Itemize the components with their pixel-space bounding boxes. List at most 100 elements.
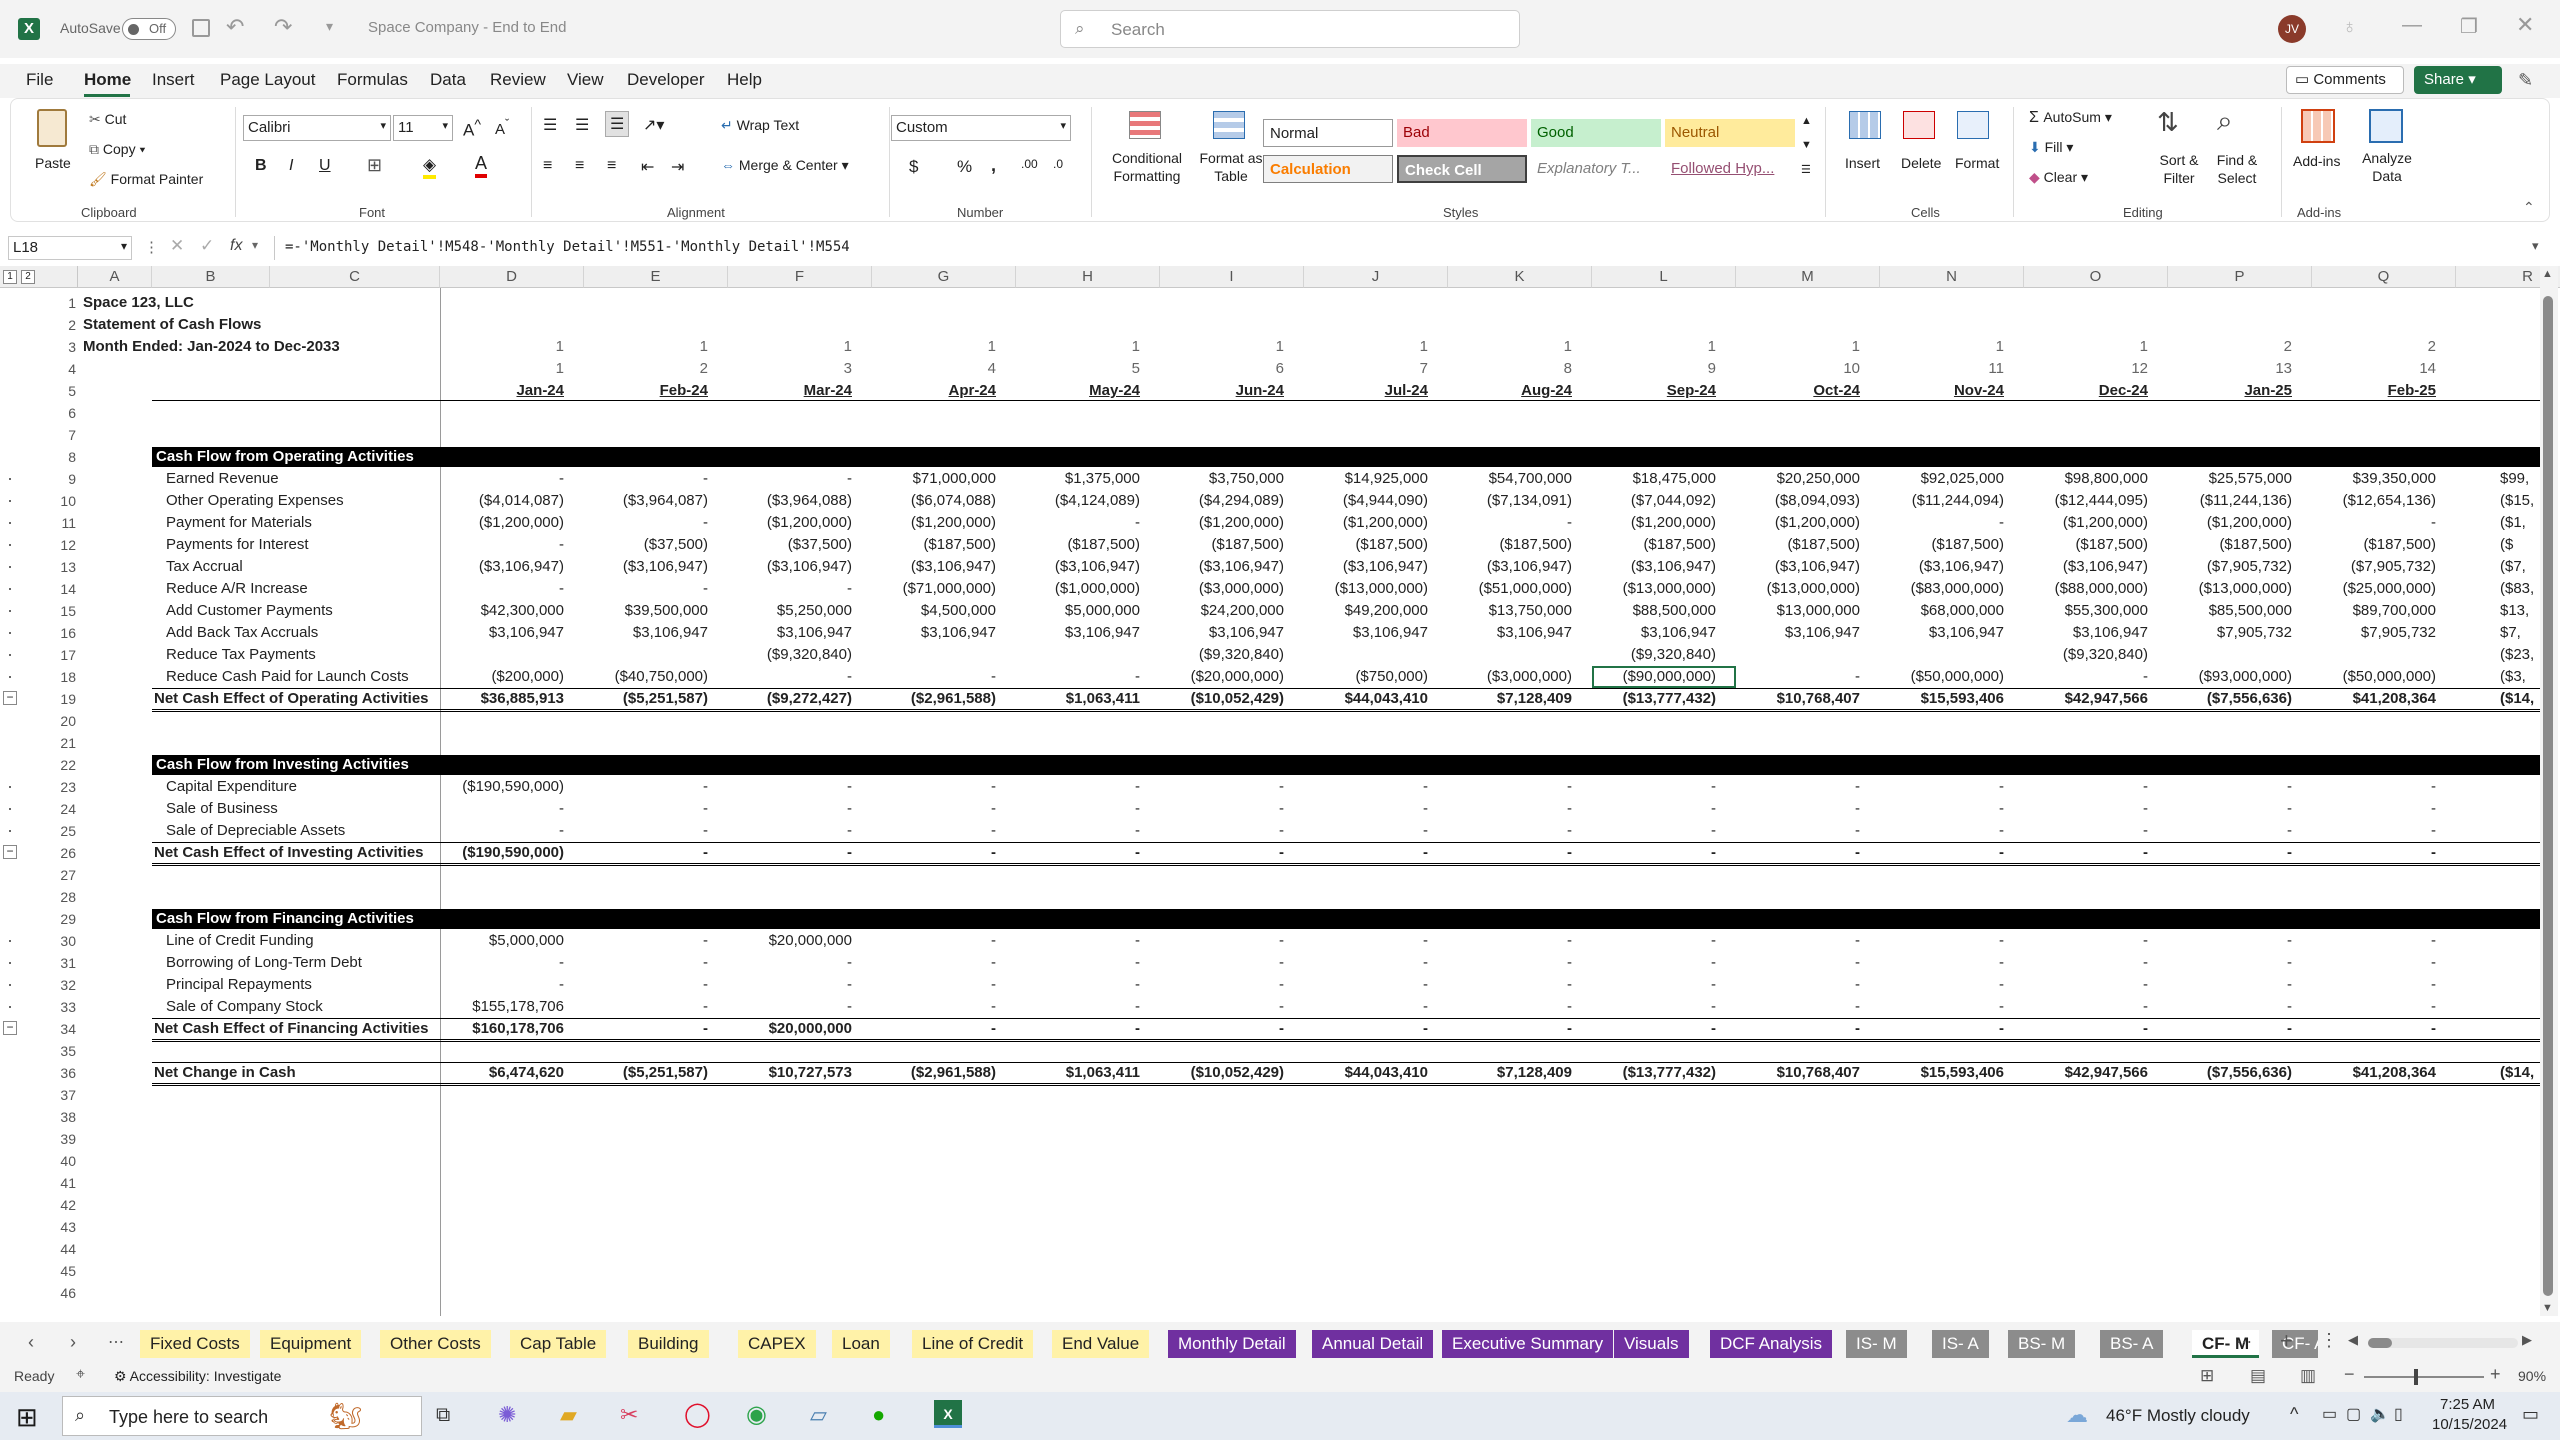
value-cell[interactable]: - — [1160, 996, 1284, 1018]
value-cell[interactable]: - — [584, 930, 708, 952]
value-cell-partial[interactable]: ($23, — [2500, 644, 2540, 666]
value-cell[interactable]: - — [1448, 842, 1572, 864]
style-good[interactable]: Good — [1531, 119, 1661, 147]
fill-button[interactable]: ⬇ Fill ▾ — [2029, 139, 2073, 156]
comments-button[interactable]: ▭ Comments — [2286, 66, 2404, 94]
value-cell[interactable]: - — [440, 534, 564, 556]
value-cell[interactable]: - — [2312, 996, 2436, 1018]
value-cell[interactable]: - — [1736, 776, 1860, 798]
value-cell[interactable]: - — [1304, 820, 1428, 842]
value-cell[interactable]: $15,593,406 — [1880, 1062, 2004, 1084]
value-cell[interactable]: ($7,905,732) — [2312, 556, 2436, 578]
value-cell[interactable]: - — [1880, 842, 2004, 864]
value-cell[interactable]: $7,905,732 — [2168, 622, 2292, 644]
column-header-c[interactable]: C — [270, 266, 440, 288]
value-cell[interactable]: - — [1592, 1018, 1716, 1040]
style-explanatory[interactable]: Explanatory T... — [1531, 155, 1661, 183]
value-cell[interactable]: - — [2312, 798, 2436, 820]
value-cell[interactable]: - — [872, 930, 996, 952]
minimize-icon[interactable]: — — [2402, 14, 2422, 37]
value-cell[interactable] — [2168, 644, 2292, 666]
weather-icon[interactable]: ☁ — [2066, 1402, 2088, 1428]
value-cell[interactable]: $88,500,000 — [1592, 600, 1716, 622]
snipping-tool-icon[interactable]: ✂ — [620, 1402, 638, 1428]
percent-button[interactable]: % — [957, 157, 972, 177]
avatar[interactable]: JV — [2278, 15, 2306, 43]
value-cell[interactable]: - — [1592, 974, 1716, 996]
column-header-p[interactable]: P — [2168, 266, 2312, 288]
value-cell[interactable]: - — [2024, 952, 2148, 974]
tab-data[interactable]: Data — [430, 70, 466, 90]
more-icon[interactable]: ⋮ — [144, 238, 159, 256]
value-cell-partial[interactable]: ($14, — [2500, 1062, 2540, 1084]
value-cell[interactable]: ($3,106,947) — [1880, 556, 2004, 578]
scroll-right-icon[interactable]: › — [70, 1332, 76, 1353]
normal-view-icon[interactable]: ⊞ — [2200, 1366, 2214, 1386]
value-cell[interactable]: $41,208,364 — [2312, 1062, 2436, 1084]
value-cell[interactable]: - — [1880, 974, 2004, 996]
value-cell[interactable]: - — [728, 952, 852, 974]
value-cell[interactable]: $3,106,947 — [1304, 622, 1428, 644]
add-sheet-icon[interactable]: + — [2280, 1328, 2293, 1354]
value-cell[interactable]: - — [1736, 842, 1860, 864]
value-cell[interactable]: ($3,000,000) — [1160, 578, 1284, 600]
row-header-36[interactable]: 36 — [46, 1062, 76, 1084]
value-cell[interactable]: - — [1448, 798, 1572, 820]
value-cell[interactable]: ($50,000,000) — [1880, 666, 2004, 688]
row-header-20[interactable]: 20 — [46, 710, 76, 732]
value-cell[interactable]: ($187,500) — [2168, 534, 2292, 556]
value-cell[interactable]: - — [1880, 1018, 2004, 1040]
value-cell-partial[interactable]: $13, — [2500, 600, 2540, 622]
clock-time[interactable]: 7:25 AM — [2440, 1396, 2495, 1413]
value-cell[interactable]: - — [2312, 512, 2436, 534]
spreadsheet-grid[interactable]: 1 2 A B C D E F G H I J K L M N O P Q R ▲ ▼ 1 Space 123, LLC 2 St… — [0, 266, 2560, 1316]
value-cell[interactable] — [1448, 644, 1572, 666]
value-cell[interactable]: $44,043,410 — [1304, 1062, 1428, 1084]
value-cell[interactable] — [1736, 644, 1860, 666]
value-cell[interactable]: ($7,556,636) — [2168, 1062, 2292, 1084]
value-cell[interactable]: - — [1160, 930, 1284, 952]
zoom-in-icon[interactable]: + — [2490, 1364, 2501, 1385]
value-cell[interactable]: ($88,000,000) — [2024, 578, 2148, 600]
row-header-38[interactable]: 38 — [46, 1106, 76, 1128]
value-cell[interactable]: - — [2024, 776, 2148, 798]
row-header-1[interactable]: 1 — [46, 292, 76, 314]
value-cell[interactable]: $3,106,947 — [1448, 622, 1572, 644]
value-cell[interactable]: ($12,444,095) — [2024, 490, 2148, 512]
value-cell[interactable]: - — [1016, 842, 1140, 864]
paste-button[interactable]: Paste — [35, 155, 71, 171]
value-cell[interactable]: - — [1880, 512, 2004, 534]
value-cell[interactable]: $3,106,947 — [1592, 622, 1716, 644]
value-cell[interactable]: $3,106,947 — [1016, 622, 1140, 644]
column-header-n[interactable]: N — [1880, 266, 2024, 288]
horizontal-scrollbar[interactable] — [2368, 1338, 2518, 1348]
value-cell[interactable]: ($4,944,090) — [1304, 490, 1428, 512]
value-cell[interactable]: - — [584, 820, 708, 842]
page-layout-view-icon[interactable]: ▤ — [2250, 1366, 2266, 1386]
value-cell[interactable]: - — [1016, 798, 1140, 820]
value-cell[interactable]: - — [440, 578, 564, 600]
expand-formula-icon[interactable]: ▾ — [2532, 238, 2539, 254]
value-cell[interactable]: ($3,000,000) — [1448, 666, 1572, 688]
row-header-18[interactable]: 18 — [46, 666, 76, 688]
value-cell[interactable]: - — [1448, 776, 1572, 798]
options-icon[interactable]: ⋮ — [2320, 1330, 2338, 1351]
font-name-select[interactable]: Calibri ▾ — [243, 115, 391, 141]
decrease-indent-icon[interactable]: ⇤ — [641, 157, 654, 177]
value-cell[interactable]: ($200,000) — [440, 666, 564, 688]
value-cell[interactable]: $4,500,000 — [872, 600, 996, 622]
formula-input[interactable]: =-'Monthly Detail'!M548-'Monthly Detail'… — [274, 236, 2524, 260]
hscroll-right-icon[interactable]: ▶ — [2522, 1332, 2532, 1348]
value-cell[interactable]: - — [584, 996, 708, 1018]
value-cell[interactable] — [872, 644, 996, 666]
cancel-icon[interactable]: ✕ — [170, 236, 184, 256]
value-cell[interactable]: - — [728, 468, 852, 490]
styles-scroll-up-icon[interactable]: ▲ — [1801, 115, 1812, 127]
value-cell[interactable]: ($13,777,432) — [1592, 1062, 1716, 1084]
outline-level-2-button[interactable]: 2 — [21, 270, 35, 284]
value-cell[interactable]: - — [728, 776, 852, 798]
column-header-h[interactable]: H — [1016, 266, 1160, 288]
value-cell[interactable]: ($7,134,091) — [1448, 490, 1572, 512]
notification-icon[interactable]: ▭ — [2522, 1404, 2539, 1425]
value-cell[interactable]: ($9,320,840) — [1160, 644, 1284, 666]
